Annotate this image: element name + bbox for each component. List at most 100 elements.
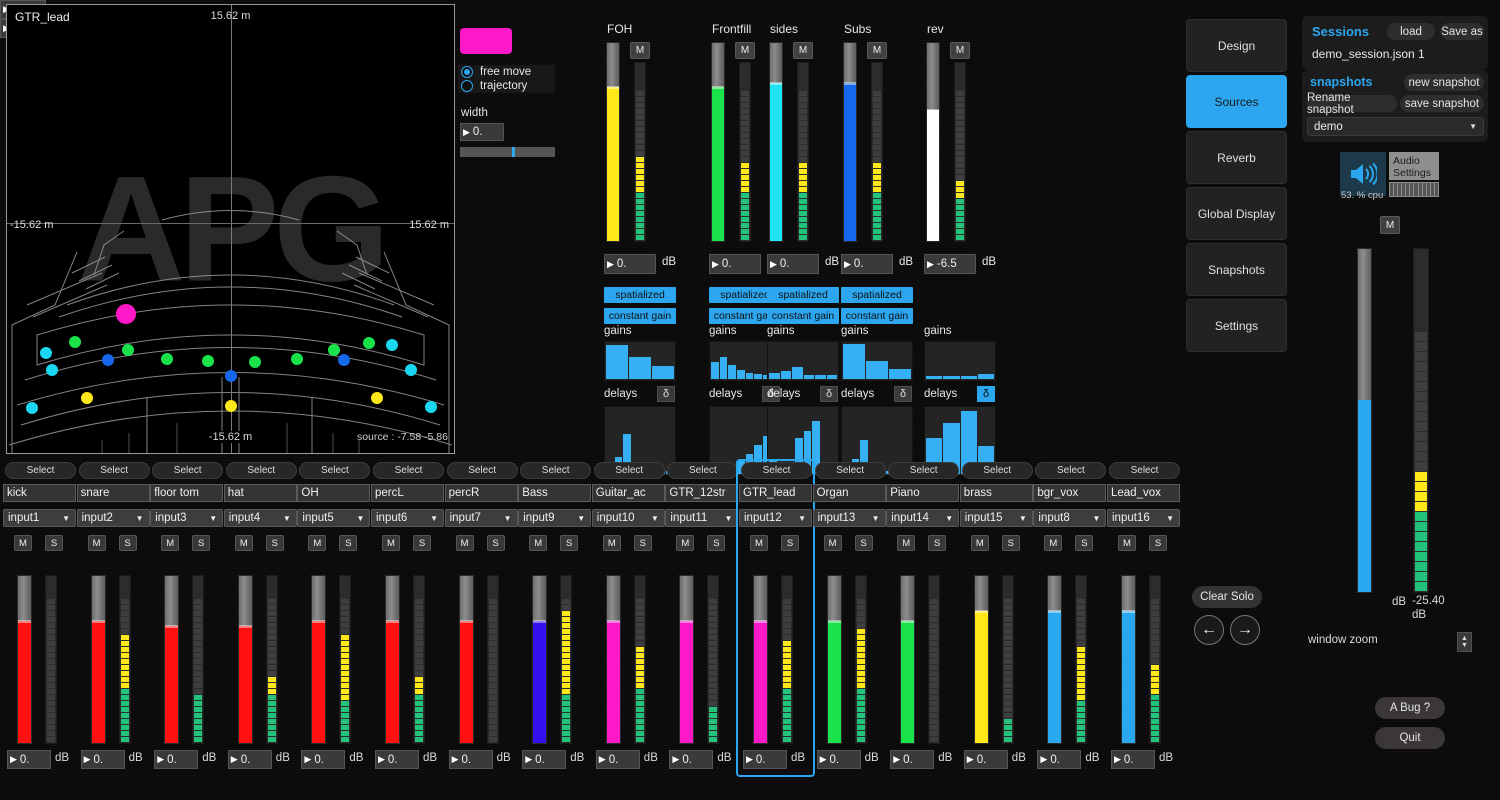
nav-item-design[interactable]: Design: [1186, 19, 1287, 72]
channel-name-field[interactable]: Guitar_ac: [592, 484, 665, 502]
master-mute-button[interactable]: M: [1380, 216, 1400, 234]
report-bug-button[interactable]: A Bug ?: [1375, 697, 1445, 719]
channel-select-button[interactable]: Select: [299, 462, 370, 479]
channel-input-select[interactable]: input13▼: [813, 509, 886, 527]
channel-mute-button[interactable]: M: [1118, 535, 1136, 551]
channel-mute-button[interactable]: M: [88, 535, 106, 551]
channel-mute-button[interactable]: M: [235, 535, 253, 551]
bus-spatialized-toggle[interactable]: spatialized: [767, 287, 839, 303]
channel-fader[interactable]: [974, 575, 989, 744]
nav-item-snapshots[interactable]: Snapshots: [1186, 243, 1287, 296]
channel-select-button[interactable]: Select: [594, 462, 665, 479]
new-snapshot-button[interactable]: new snapshot: [1404, 74, 1484, 91]
bus-delta-button[interactable]: δ: [657, 386, 675, 402]
master-fader[interactable]: [1357, 248, 1372, 593]
channel-mute-button[interactable]: M: [603, 535, 621, 551]
channel-select-button[interactable]: Select: [815, 462, 886, 479]
channel-gain-field[interactable]: ▶0.: [7, 750, 51, 769]
channel-gain-field[interactable]: ▶0.: [154, 750, 198, 769]
channel-gain-field[interactable]: ▶0.: [1037, 750, 1081, 769]
bus-gains-chart[interactable]: [604, 341, 676, 381]
channel-gain-field[interactable]: ▶0.: [449, 750, 493, 769]
bus-spatialized-toggle[interactable]: spatialized: [841, 287, 913, 303]
channel-fader[interactable]: [91, 575, 106, 744]
bus-gain-field[interactable]: ▶0.: [841, 254, 893, 274]
channel-input-select[interactable]: input5▼: [297, 509, 370, 527]
channel-solo-button[interactable]: S: [119, 535, 137, 551]
channel-select-button[interactable]: Select: [520, 462, 591, 479]
channel-solo-button[interactable]: S: [1002, 535, 1020, 551]
rename-snapshot-button[interactable]: Rename snapshot: [1307, 95, 1397, 112]
bus-mute-button[interactable]: M: [735, 42, 755, 59]
previous-source-button[interactable]: ←: [1194, 615, 1224, 645]
speaker-dot[interactable]: [202, 355, 214, 367]
stepper-down-icon[interactable]: ▼: [1461, 642, 1468, 649]
channel-select-button[interactable]: Select: [373, 462, 444, 479]
channel-name-field[interactable]: bgr_vox: [1033, 484, 1106, 502]
channel-name-field[interactable]: hat: [224, 484, 297, 502]
session-load-button[interactable]: load: [1387, 23, 1435, 40]
channel-fader[interactable]: [827, 575, 842, 744]
channel-mute-button[interactable]: M: [14, 535, 32, 551]
bus-fader[interactable]: [606, 42, 620, 242]
bus-fader[interactable]: [843, 42, 857, 242]
speaker-dot[interactable]: [386, 339, 398, 351]
speaker-dot[interactable]: [40, 347, 52, 359]
channel-input-select[interactable]: input7▼: [445, 509, 518, 527]
speaker-dot[interactable]: [328, 344, 340, 356]
free-move-option[interactable]: free move: [458, 65, 555, 79]
channel-fader[interactable]: [679, 575, 694, 744]
trajectory-radio-icon[interactable]: [461, 80, 473, 92]
channel-solo-button[interactable]: S: [266, 535, 284, 551]
snapshot-select[interactable]: demo ▼: [1307, 117, 1484, 136]
channel-gain-field[interactable]: ▶0.: [228, 750, 272, 769]
channel-solo-button[interactable]: S: [855, 535, 873, 551]
channel-fader[interactable]: [164, 575, 179, 744]
channel-select-button[interactable]: Select: [226, 462, 297, 479]
bus-gain-field[interactable]: ▶-6.5: [924, 254, 976, 274]
channel-input-select[interactable]: input8▼: [1033, 509, 1106, 527]
channel-name-field[interactable]: GTR_lead: [739, 484, 812, 502]
channel-gain-field[interactable]: ▶0.: [81, 750, 125, 769]
channel-fader[interactable]: [17, 575, 32, 744]
bus-constant-gain-toggle[interactable]: constant gain: [841, 308, 913, 324]
channel-select-button[interactable]: Select: [1109, 462, 1180, 479]
channel-select-button[interactable]: Select: [5, 462, 76, 479]
channel-solo-button[interactable]: S: [1075, 535, 1093, 551]
bus-mute-button[interactable]: M: [867, 42, 887, 59]
channel-select-button[interactable]: Select: [962, 462, 1033, 479]
bus-mute-button[interactable]: M: [630, 42, 650, 59]
width-slider[interactable]: [460, 147, 555, 157]
channel-fader[interactable]: [900, 575, 915, 744]
channel-gain-field[interactable]: ▶0.: [669, 750, 713, 769]
speaker-dot[interactable]: [371, 392, 383, 404]
channel-select-button[interactable]: Select: [79, 462, 150, 479]
audio-settings-button[interactable]: Audio Settings: [1389, 152, 1439, 180]
speaker-dot[interactable]: [338, 354, 350, 366]
nav-item-sources[interactable]: Sources: [1186, 75, 1287, 128]
channel-mute-button[interactable]: M: [1044, 535, 1062, 551]
channel-gain-field[interactable]: ▶0.: [596, 750, 640, 769]
channel-input-select[interactable]: input16▼: [1107, 509, 1180, 527]
channel-name-field[interactable]: percR: [445, 484, 518, 502]
channel-solo-button[interactable]: S: [339, 535, 357, 551]
channel-mute-button[interactable]: M: [676, 535, 694, 551]
channel-name-field[interactable]: kick: [3, 484, 76, 502]
channel-input-select[interactable]: input9▼: [518, 509, 591, 527]
width-slider-thumb[interactable]: [512, 147, 515, 157]
bus-mute-button[interactable]: M: [950, 42, 970, 59]
channel-fader[interactable]: [753, 575, 768, 744]
channel-solo-button[interactable]: S: [928, 535, 946, 551]
channel-mute-button[interactable]: M: [382, 535, 400, 551]
speaker-dot[interactable]: [26, 402, 38, 414]
channel-input-select[interactable]: input2▼: [77, 509, 150, 527]
channel-input-select[interactable]: input1▼: [3, 509, 76, 527]
channel-fader[interactable]: [238, 575, 253, 744]
source-marker[interactable]: [116, 304, 136, 324]
channel-gain-field[interactable]: ▶0.: [890, 750, 934, 769]
channel-fader[interactable]: [1047, 575, 1062, 744]
clear-solo-button[interactable]: Clear Solo: [1192, 586, 1262, 608]
channel-name-field[interactable]: Piano: [886, 484, 959, 502]
speaker-dot[interactable]: [46, 364, 58, 376]
venue-map[interactable]: APG: [6, 4, 455, 454]
